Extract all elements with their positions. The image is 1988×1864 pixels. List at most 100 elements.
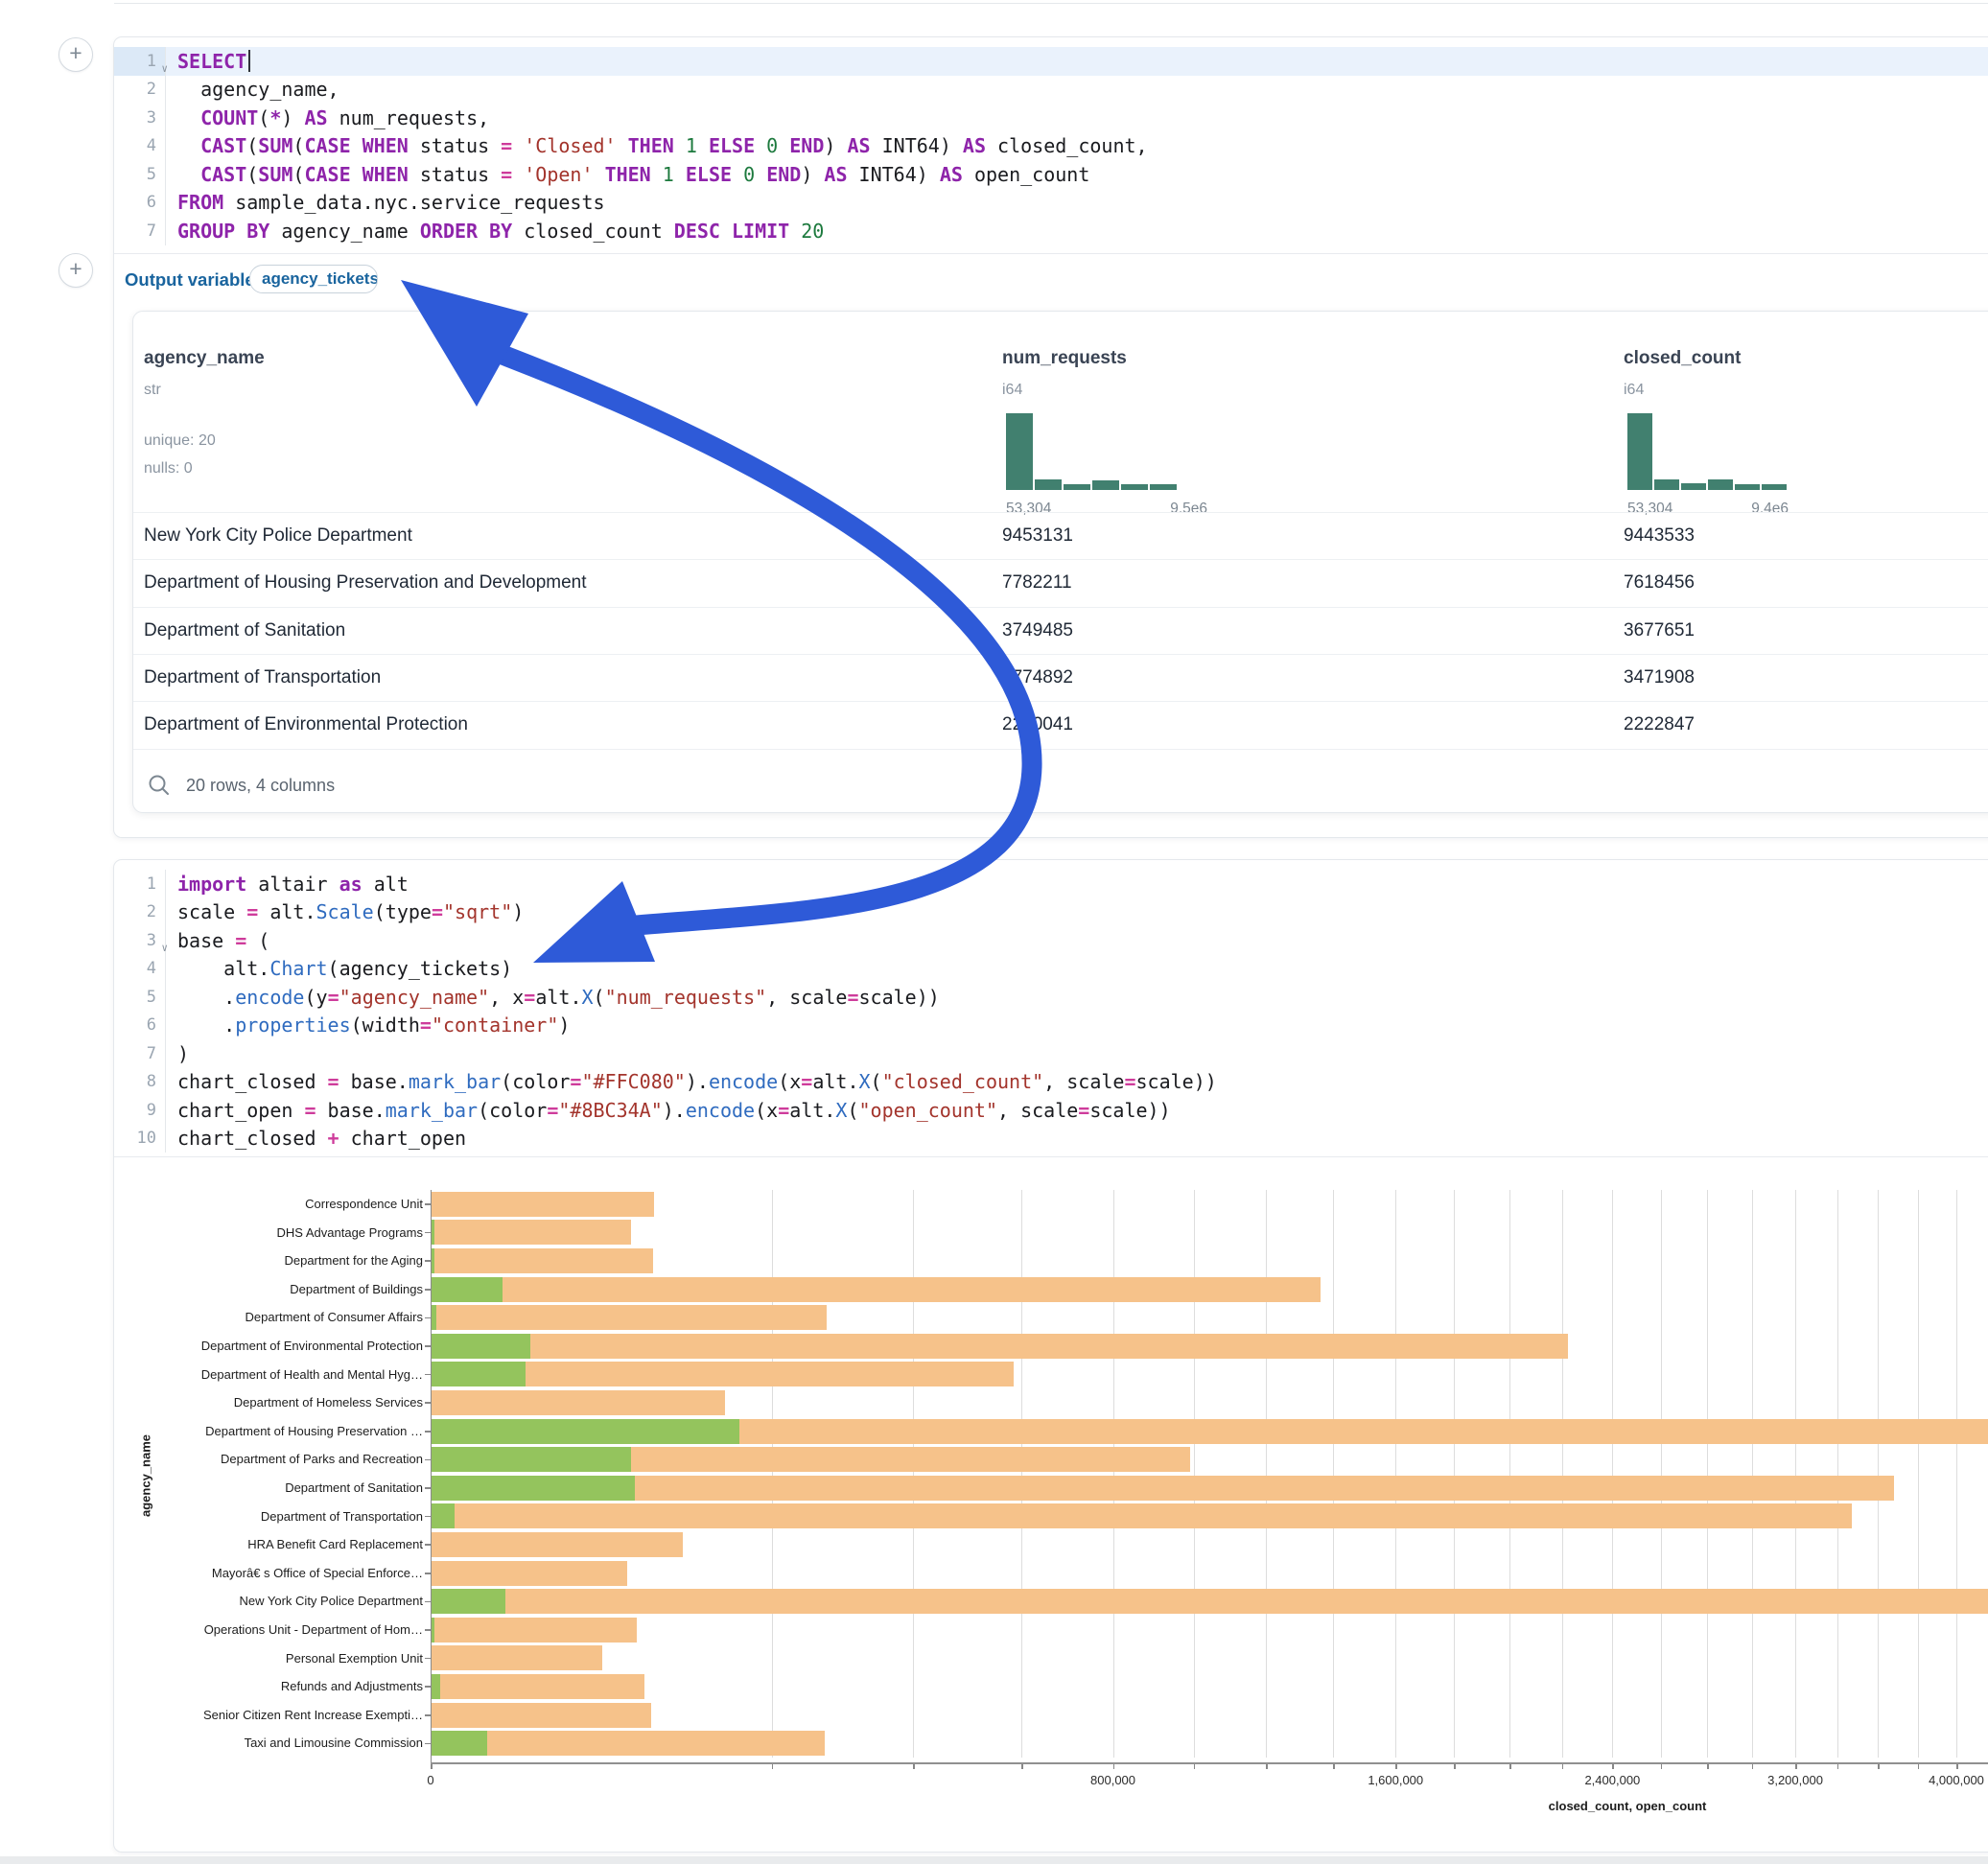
closed-count-bar <box>431 1390 725 1415</box>
fold-chevron-icon[interactable]: ∨ <box>161 62 168 75</box>
code-line[interactable]: 2scale = alt.Scale(type="sqrt") <box>114 898 1988 927</box>
table-cell[interactable]: 3774892 <box>1002 667 1073 688</box>
x-tick <box>1795 1764 1797 1769</box>
code-line[interactable]: 8chart_closed = base.mark_bar(color="#FF… <box>114 1068 1988 1097</box>
table-cell[interactable]: Department of Transportation <box>144 667 381 688</box>
row-divider <box>133 654 1988 655</box>
y-axis-label: New York City Police Department <box>134 1594 423 1608</box>
table-cell[interactable]: 2222847 <box>1624 714 1695 735</box>
gridline <box>1661 1190 1662 1758</box>
gridline <box>1113 1190 1114 1758</box>
y-axis-label: Correspondence Unit <box>134 1197 423 1211</box>
closed-count-bar <box>431 1618 637 1643</box>
code-line[interactable]: 1import altair as alt <box>114 870 1988 898</box>
gridline <box>1509 1190 1510 1758</box>
code-line[interactable]: 5 .encode(y="agency_name", x=alt.X("num_… <box>114 983 1988 1012</box>
code-line[interactable]: 7GROUP BY agency_name ORDER BY closed_co… <box>114 217 1988 245</box>
gridline <box>1837 1190 1838 1758</box>
x-tick <box>1956 1764 1958 1769</box>
line-number: 5 <box>114 983 166 1012</box>
gridline <box>1562 1190 1563 1758</box>
code-line[interactable]: 9chart_open = base.mark_bar(color="#8BC3… <box>114 1096 1988 1125</box>
code-line[interactable]: 4 alt.Chart(agency_tickets) <box>114 955 1988 984</box>
code-line[interactable]: 10chart_closed + chart_open <box>114 1125 1988 1153</box>
open-count-bar <box>431 1731 487 1756</box>
table-row-count: 20 rows, 4 columns <box>186 776 335 796</box>
open-count-bar <box>431 1419 739 1444</box>
add-cell-button-output[interactable]: + <box>58 253 93 288</box>
x-axis-label: 4,000,000 <box>1929 1773 1984 1787</box>
table-cell[interactable]: Department of Housing Preservation and D… <box>144 572 587 594</box>
x-tick <box>772 1764 774 1769</box>
python-code-editor[interactable]: 1import altair as alt2scale = alt.Scale(… <box>114 870 1988 1153</box>
histogram-bar <box>1006 413 1033 490</box>
table-cell[interactable]: Department of Sanitation <box>144 620 345 641</box>
table-cell[interactable]: 9453131 <box>1002 525 1073 547</box>
histogram-bar <box>1708 479 1733 490</box>
y-axis-label: Department for the Aging <box>134 1253 423 1268</box>
histogram-bar <box>1627 413 1652 490</box>
output-variable-pill[interactable]: agency_tickets <box>249 265 378 293</box>
table-cell[interactable]: 3677651 <box>1624 620 1695 641</box>
code-line[interactable]: 5 CAST(SUM(CASE WHEN status = 'Open' THE… <box>114 160 1988 189</box>
closed-count-bar <box>431 1703 651 1728</box>
code-line[interactable]: 3∨base = ( <box>114 926 1988 955</box>
code-line[interactable]: 1∨SELECT <box>114 47 1988 76</box>
column-type: i64 <box>1002 382 1022 399</box>
x-axis-label: 3,200,000 <box>1767 1773 1823 1787</box>
open-count-bar <box>431 1362 526 1386</box>
table-cell[interactable]: 3471908 <box>1624 667 1695 688</box>
line-number: 1 <box>114 870 166 898</box>
open-count-bar <box>431 1447 631 1472</box>
fold-chevron-icon[interactable]: ∨ <box>161 942 168 954</box>
line-number: 8 <box>114 1068 166 1097</box>
histogram-bar <box>1681 483 1706 490</box>
table-cell[interactable]: 2240041 <box>1002 714 1073 735</box>
closed-count-bar <box>431 1645 602 1670</box>
chart-y-axis-title: agency_name <box>139 1434 153 1517</box>
code-line[interactable]: 3 COUNT(*) AS num_requests, <box>114 104 1988 132</box>
x-tick <box>1509 1764 1511 1769</box>
code-line[interactable]: 4 CAST(SUM(CASE WHEN status = 'Closed' T… <box>114 132 1988 161</box>
sql-code-divider <box>114 253 1988 254</box>
text-cursor <box>248 50 250 72</box>
code-line[interactable]: 6FROM sample_data.nyc.service_requests <box>114 189 1988 218</box>
closed-count-bar <box>431 1277 1321 1302</box>
column-header[interactable]: agency_name <box>144 348 265 369</box>
gridline <box>1707 1190 1708 1758</box>
x-tick <box>1612 1764 1614 1769</box>
table-cell[interactable]: 7618456 <box>1624 572 1695 594</box>
histogram-max-label: 9.5e6 <box>1150 501 1207 518</box>
code-line[interactable]: 2 agency_name, <box>114 76 1988 105</box>
y-axis-label: Department of Transportation <box>134 1509 423 1524</box>
code-line[interactable]: 6 .properties(width="container") <box>114 1012 1988 1040</box>
x-axis-label: 800,000 <box>1090 1773 1135 1787</box>
open-count-bar <box>431 1277 503 1302</box>
y-axis-label: Department of Environmental Protection <box>134 1339 423 1353</box>
table-cell[interactable]: New York City Police Department <box>144 525 412 547</box>
table-cell[interactable]: 7782211 <box>1002 572 1072 594</box>
gridline <box>1395 1190 1396 1758</box>
x-tick <box>1837 1764 1839 1769</box>
column-header[interactable]: num_requests <box>1002 348 1127 369</box>
table-cell[interactable]: 3749485 <box>1002 620 1073 641</box>
open-count-bar <box>431 1476 635 1501</box>
search-icon[interactable] <box>147 773 172 798</box>
add-cell-button-top[interactable]: + <box>58 37 93 72</box>
y-axis-label: HRA Benefit Card Replacement <box>134 1537 423 1551</box>
column-stat: nulls: 0 <box>144 460 193 478</box>
x-tick <box>1021 1764 1023 1769</box>
table-cell[interactable]: 9443533 <box>1624 525 1695 547</box>
code-line[interactable]: 7) <box>114 1039 1988 1068</box>
next-cell-collapsed[interactable] <box>0 1856 1988 1864</box>
column-header[interactable]: closed_count <box>1624 348 1741 369</box>
closed-count-bar <box>431 1476 1894 1501</box>
closed-count-bar <box>431 1589 1988 1614</box>
table-cell[interactable]: Department of Environmental Protection <box>144 714 468 735</box>
line-number: 2 <box>114 898 166 927</box>
x-tick <box>1395 1764 1397 1769</box>
closed-count-bar <box>431 1220 631 1245</box>
sql-code-editor[interactable]: 1∨SELECT2 agency_name,3 COUNT(*) AS num_… <box>114 47 1988 245</box>
python-code-divider <box>114 1156 1988 1157</box>
y-axis-label: Department of Consumer Affairs <box>134 1310 423 1324</box>
